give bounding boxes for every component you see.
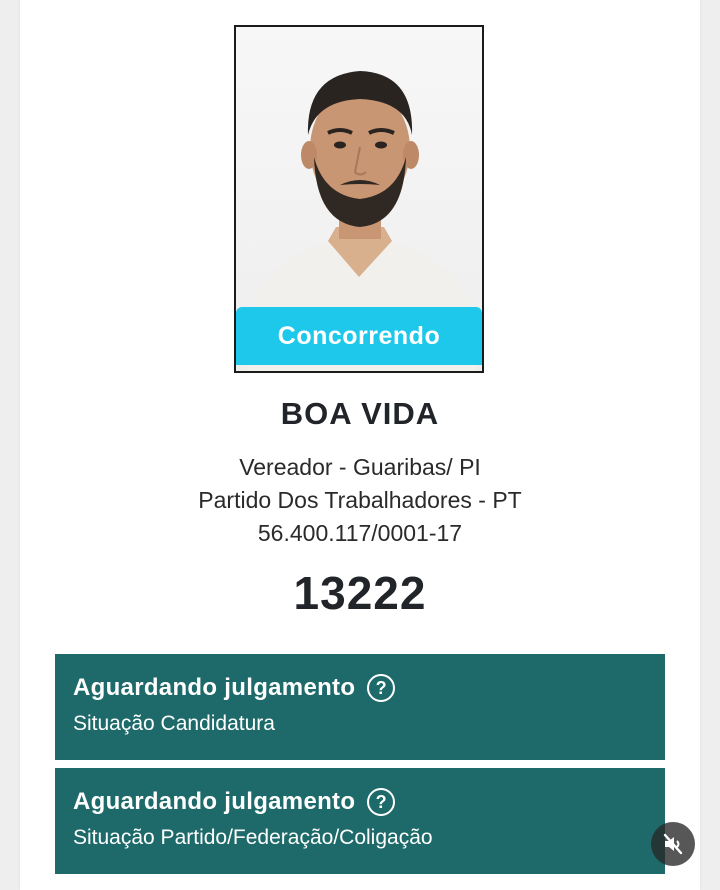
candidate-status-pill: Concorrendo <box>236 307 482 365</box>
candidate-photo-frame: Concorrendo <box>234 25 484 373</box>
candidate-number: 13222 <box>293 567 427 619</box>
situation-subtitle: Situação Candidatura <box>73 712 275 735</box>
situation-party: Aguardando julgamento ? Situação Partido… <box>55 768 665 874</box>
speaker-muted-icon <box>663 833 683 855</box>
candidate-name: BOA VIDA <box>280 396 440 431</box>
mute-button[interactable] <box>651 822 695 866</box>
question-circle-icon[interactable]: ? <box>367 788 396 816</box>
situation-title: Aguardando julgamento <box>73 788 356 815</box>
candidate-cnpj: 56.400.117/0001-17 <box>257 520 463 546</box>
situation-candidacy: Aguardando julgamento ? Situação Candida… <box>55 654 665 760</box>
question-circle-icon[interactable]: ? <box>367 674 396 702</box>
situation-title: Aguardando julgamento <box>73 674 356 701</box>
candidate-office: Vereador - Guaribas/ PI <box>239 454 481 480</box>
candidate-party: Partido Dos Trabalhadores - PT <box>198 487 522 513</box>
situation-subtitle: Situação Partido/Federação/Coligação <box>73 826 433 849</box>
candidate-card: Concorrendo BOA VIDA Vereador - Guaribas… <box>20 0 700 890</box>
